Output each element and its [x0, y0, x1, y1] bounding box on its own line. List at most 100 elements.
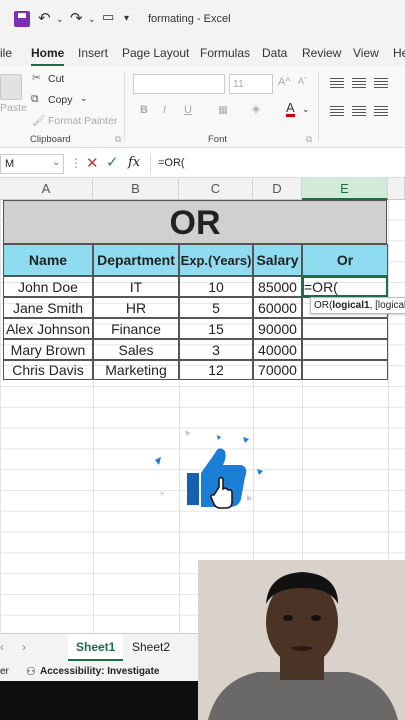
align-center-icon[interactable]	[352, 106, 366, 116]
column-header-a[interactable]: A	[0, 178, 93, 200]
table-cell[interactable]: 70000	[253, 360, 302, 380]
scroll-left-icon[interactable]: ‹	[0, 640, 4, 654]
table-cell[interactable]: 90000	[253, 318, 302, 339]
font-color-dropdown-icon[interactable]: ⌄	[302, 104, 310, 115]
table-cell[interactable]: 10	[179, 276, 253, 297]
table-cell[interactable]	[302, 318, 388, 339]
column-header-e[interactable]: E	[302, 178, 388, 200]
table-cell[interactable]: 60000	[253, 297, 302, 318]
font-size-box[interactable]: 11	[229, 74, 273, 94]
customize-toolbar-icon[interactable]: ▾	[124, 13, 129, 24]
header-cell-or[interactable]: Or	[302, 244, 388, 276]
table-cell[interactable]: HR	[93, 297, 179, 318]
redo-icon[interactable]: ↷	[70, 9, 83, 27]
cut-button[interactable]: Cut	[48, 73, 64, 85]
fill-color-icon[interactable]: ◈	[252, 103, 260, 115]
align-right-icon[interactable]	[374, 106, 388, 116]
table-cell[interactable]	[302, 339, 388, 360]
column-header-c[interactable]: C	[179, 178, 253, 200]
header-cell-salary[interactable]: Salary	[253, 244, 302, 276]
font-group-label: Font	[208, 134, 228, 145]
tab-home[interactable]: Home	[31, 46, 65, 66]
name-box-dropdown-icon[interactable]: ⌄	[52, 157, 60, 168]
copy-button[interactable]: Copy	[48, 94, 73, 106]
header-cell-exp[interactable]: Exp.(Years)	[179, 244, 253, 276]
increase-font-icon[interactable]: A^	[278, 76, 291, 88]
align-middle-icon[interactable]	[352, 78, 366, 88]
table-cell[interactable]: 3	[179, 339, 253, 360]
tab-insert[interactable]: Insert	[78, 46, 108, 60]
header-cell-department[interactable]: Department	[93, 244, 179, 276]
webcam-overlay	[198, 560, 405, 720]
insert-function-icon[interactable]: fx	[128, 155, 140, 170]
scroll-right-icon[interactable]: ›	[22, 640, 26, 654]
accessibility-icon[interactable]: ⚇	[26, 665, 36, 678]
table-cell[interactable]: IT	[93, 276, 179, 297]
tab-help[interactable]: Hel	[393, 46, 405, 60]
font-size-value: 11	[233, 78, 244, 90]
divider	[318, 72, 319, 142]
more-options-icon[interactable]: ⋮	[70, 156, 82, 170]
table-cell[interactable]: Chris Davis	[3, 360, 93, 380]
ribbon: Paste ✂ Cut ⧉ Copy ⌄ 🖌 Format Painter Cl…	[0, 66, 405, 148]
tab-formulas[interactable]: Formulas	[200, 46, 250, 60]
cut-icon[interactable]: ✂	[32, 72, 41, 84]
table-cell[interactable]: 40000	[253, 339, 302, 360]
tab-review[interactable]: Review	[302, 46, 341, 60]
function-tooltip[interactable]: OR(logical1, [logical	[310, 297, 405, 314]
align-top-icon[interactable]	[330, 78, 344, 88]
clipboard-launcher-icon[interactable]: ⧉	[115, 134, 121, 145]
tab-page-layout[interactable]: Page Layout	[122, 46, 189, 60]
open-folder-icon[interactable]: ▭	[102, 9, 114, 25]
table-cell[interactable]: 12	[179, 360, 253, 380]
copy-dropdown-icon[interactable]: ⌄	[80, 93, 88, 104]
sheet-title-cell[interactable]: OR	[3, 200, 387, 244]
presenter-video	[198, 560, 405, 720]
borders-icon[interactable]: ▦	[218, 104, 228, 116]
sheet-tab-sheet2[interactable]: Sheet2	[124, 634, 178, 661]
formula-input[interactable]: =OR(	[158, 157, 185, 169]
table-cell[interactable]: Alex Johnson	[3, 318, 93, 339]
tab-file[interactable]: ile	[0, 46, 12, 60]
cancel-icon[interactable]: ✕	[86, 154, 99, 172]
clipboard-group-label: Clipboard	[30, 134, 71, 145]
table-cell[interactable]	[302, 360, 388, 380]
paste-label[interactable]: Paste	[0, 102, 27, 114]
enter-icon[interactable]: ✓	[106, 153, 119, 171]
decrease-font-icon[interactable]: Aˇ	[298, 76, 307, 86]
format-painter-icon[interactable]: 🖌	[32, 114, 45, 127]
bold-button[interactable]: B	[140, 104, 148, 116]
align-bottom-icon[interactable]	[374, 78, 388, 88]
table-cell[interactable]: Mary Brown	[3, 339, 93, 360]
table-cell[interactable]: Finance	[93, 318, 179, 339]
table-cell[interactable]: John Doe	[3, 276, 93, 297]
format-painter-button[interactable]: Format Painter	[48, 115, 117, 127]
copy-icon[interactable]: ⧉	[31, 93, 39, 106]
column-header-d[interactable]: D	[253, 178, 302, 200]
table-cell[interactable]: Sales	[93, 339, 179, 360]
column-header-f[interactable]	[388, 178, 405, 200]
underline-button[interactable]: U	[184, 104, 192, 116]
table-cell[interactable]: 5	[179, 297, 253, 318]
column-header-b[interactable]: B	[93, 178, 179, 200]
redo-dropdown-icon[interactable]: ⌄	[88, 14, 96, 25]
font-color-icon[interactable]: A	[286, 101, 295, 117]
table-cell[interactable]: 85000	[253, 276, 302, 297]
undo-icon[interactable]: ↶	[38, 9, 51, 27]
align-left-icon[interactable]	[330, 106, 344, 116]
save-icon[interactable]	[14, 11, 30, 27]
tab-view[interactable]: View	[353, 46, 379, 60]
font-launcher-icon[interactable]: ⧉	[306, 134, 312, 145]
font-name-box[interactable]	[133, 74, 225, 94]
tab-data[interactable]: Data	[262, 46, 287, 60]
table-cell[interactable]: 15	[179, 318, 253, 339]
column-headers: A B C D E	[0, 178, 405, 200]
table-cell[interactable]: Jane Smith	[3, 297, 93, 318]
sheet-tab-sheet1[interactable]: Sheet1	[68, 634, 124, 661]
header-cell-name[interactable]: Name	[3, 244, 93, 276]
undo-dropdown-icon[interactable]: ⌄	[56, 14, 64, 25]
accessibility-status[interactable]: Accessibility: Investigate	[40, 666, 160, 677]
italic-button[interactable]: I	[163, 104, 166, 116]
paste-icon[interactable]	[0, 74, 22, 100]
table-cell[interactable]: Marketing	[93, 360, 179, 380]
